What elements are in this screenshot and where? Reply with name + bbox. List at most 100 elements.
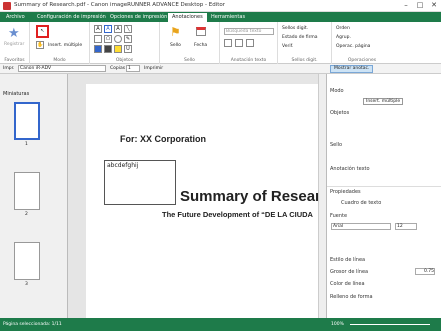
annot-icon-c[interactable] <box>246 39 254 47</box>
group-label-text-annotation: Anotación texto <box>230 58 267 63</box>
font-size-select[interactable]: 12 <box>395 223 417 230</box>
thumbnail-label: 3 <box>25 282 28 287</box>
thumbnail-page-2[interactable] <box>14 172 40 210</box>
annot-icon-b[interactable] <box>235 39 243 47</box>
group-label-digital-stamps: Sellos digit. <box>291 58 318 63</box>
rectangle-icon[interactable] <box>94 35 102 43</box>
line-width-label: Grosor de línea <box>330 269 369 275</box>
group-digital-stamps: Sellos digit. Estado de firma Verif. Sel… <box>278 22 332 64</box>
date-button[interactable]: Fecha <box>194 43 207 48</box>
select-icon[interactable]: ↖ <box>36 25 49 38</box>
section-mode: Modo <box>330 88 344 94</box>
show-annotations-button[interactable]: Mostrar anotac. <box>330 65 374 73</box>
section-stamp: Sello <box>330 142 343 148</box>
zoom-slider[interactable] <box>350 324 430 325</box>
hand-icon[interactable]: ✋ <box>36 41 44 49</box>
copies-label: Copias <box>110 66 126 71</box>
page-ops-button[interactable]: Operac. página <box>336 44 370 49</box>
link-icon[interactable] <box>94 45 102 53</box>
image-icon[interactable] <box>104 45 112 53</box>
stamp-button[interactable]: Sello <box>170 43 181 48</box>
group-text-annotation: Búsqueda texto Anotación texto <box>220 22 278 64</box>
star-icon[interactable]: ★ <box>8 26 20 41</box>
group-objects: A A A ╲ ⬠ ✎ U Objetos <box>90 22 160 64</box>
print-button[interactable]: Imprimir <box>144 66 163 71</box>
tab-print-settings[interactable]: Configuración de impresión <box>33 13 110 22</box>
title-bar: Summary of Research.pdf - Canon imageRUN… <box>0 0 441 12</box>
callout-icon[interactable]: A <box>114 25 122 33</box>
corp-text: For: XX Corporation <box>120 134 206 144</box>
highlight-icon[interactable] <box>114 45 122 53</box>
group-button[interactable]: Agrup. <box>336 35 351 40</box>
thumbnail-page-3[interactable] <box>14 242 40 280</box>
ribbon-tabs: Archivo Configuración de impresión Opcio… <box>0 12 441 22</box>
status-bar: Página seleccionada: 1/11 100% <box>0 318 441 331</box>
status-page: Página seleccionada: 1/11 <box>3 322 62 327</box>
font-name-select[interactable]: Arial <box>331 223 391 230</box>
print-label: Impr. <box>3 66 15 71</box>
annot-icon-a[interactable] <box>224 39 232 47</box>
line-width-field[interactable]: 0.75 <box>415 268 435 275</box>
order-button[interactable]: Orden <box>336 26 350 31</box>
section-objects: Objetos <box>330 110 350 116</box>
textbox-annotation[interactable]: abcdefghij <box>104 160 176 205</box>
properties-pane: Modo Insert. múltiple Objetos Sello Anot… <box>326 74 441 318</box>
section-text-annotation: Anotación texto <box>330 166 370 172</box>
thumbnails-header: Miniaturas <box>3 91 30 97</box>
signature-status-button[interactable]: Estado de firma <box>282 35 318 40</box>
digital-stamps-button[interactable]: Sellos digit. <box>282 26 308 31</box>
group-label-stamp: Sello <box>184 58 195 63</box>
print-toolbar: Impr. Canon iR-ADV Copias 1 Imprimir Mos… <box>0 64 441 74</box>
thumbnail-label: 1 <box>25 142 28 147</box>
calendar-icon[interactable] <box>196 27 206 36</box>
tab-tools[interactable]: Herramientas <box>207 13 249 22</box>
ribbon: ★ Registrar Favoritos ↖ ✋ Insert. múltip… <box>0 22 441 64</box>
textbox-content: abcdefghij <box>107 162 139 169</box>
fill-color-label: Relleno de forma <box>330 294 373 300</box>
text-icon[interactable]: A <box>94 25 102 33</box>
group-mode: ↖ ✋ Insert. múltiple Modo <box>30 22 90 64</box>
group-operations: Orden Agrup. Operac. página Operaciones <box>332 22 392 64</box>
line-style-label: Estilo de línea <box>330 257 366 263</box>
vertical-scrollbar[interactable] <box>318 74 326 318</box>
group-favorites: ★ Registrar Favoritos <box>0 22 30 64</box>
app-icon <box>3 2 11 10</box>
multi-insert-button[interactable]: Insert. múltiple <box>48 43 82 48</box>
group-label-objects: Objetos <box>115 58 134 63</box>
tab-file[interactable]: Archivo <box>2 13 29 22</box>
document-title: Summary of Researc <box>180 188 330 205</box>
font-label: Fuente <box>330 213 348 219</box>
stamp-icon[interactable]: ⚑ <box>170 25 181 39</box>
document-page[interactable]: For: XX Corporation abcdefghij Summary o… <box>86 84 329 318</box>
group-label-operations: Operaciones <box>347 58 377 63</box>
multi-insert-button[interactable]: Insert. múltiple <box>363 98 404 105</box>
line-icon[interactable]: ╲ <box>124 25 132 33</box>
maximize-button[interactable]: □ <box>413 0 427 11</box>
pencil-icon[interactable]: ✎ <box>124 35 132 43</box>
tab-print-options[interactable]: Opciones de impresión <box>106 13 171 22</box>
verify-button[interactable]: Verif. <box>282 44 293 49</box>
text-search-field[interactable]: Búsqueda texto <box>224 28 274 35</box>
register-label[interactable]: Registrar <box>4 42 24 47</box>
group-label-favorites: Favoritos <box>4 58 25 63</box>
thumbnail-page-1[interactable] <box>14 102 40 140</box>
tab-annotations[interactable]: Anotaciones <box>168 13 207 22</box>
section-properties: Propiedades <box>330 189 361 195</box>
thumbnail-label: 2 <box>25 212 28 217</box>
underline-icon[interactable]: U <box>124 45 132 53</box>
group-label-mode: Modo <box>53 58 66 63</box>
window-title: Summary of Research.pdf - Canon imageRUN… <box>14 2 225 8</box>
close-button[interactable]: ✕ <box>427 0 441 11</box>
copies-field[interactable]: 1 <box>126 65 140 72</box>
ellipse-icon[interactable] <box>114 35 122 43</box>
zoom-level: 100% <box>331 322 344 327</box>
document-area: For: XX Corporation abcdefghij Summary o… <box>68 74 329 318</box>
minimize-button[interactable]: – <box>399 0 413 11</box>
document-subtitle: The Future Development of “DE LA CIUDA <box>162 210 313 219</box>
thumbnails-pane: Miniaturas 1 2 3 <box>0 74 68 318</box>
textbox-type-label: Cuadro de texto <box>341 200 382 206</box>
printer-select[interactable]: Canon iR-ADV <box>18 65 106 72</box>
line-color-label: Color de línea <box>330 281 365 287</box>
textbox-icon[interactable]: A <box>104 25 112 33</box>
polygon-icon[interactable]: ⬠ <box>104 35 112 43</box>
